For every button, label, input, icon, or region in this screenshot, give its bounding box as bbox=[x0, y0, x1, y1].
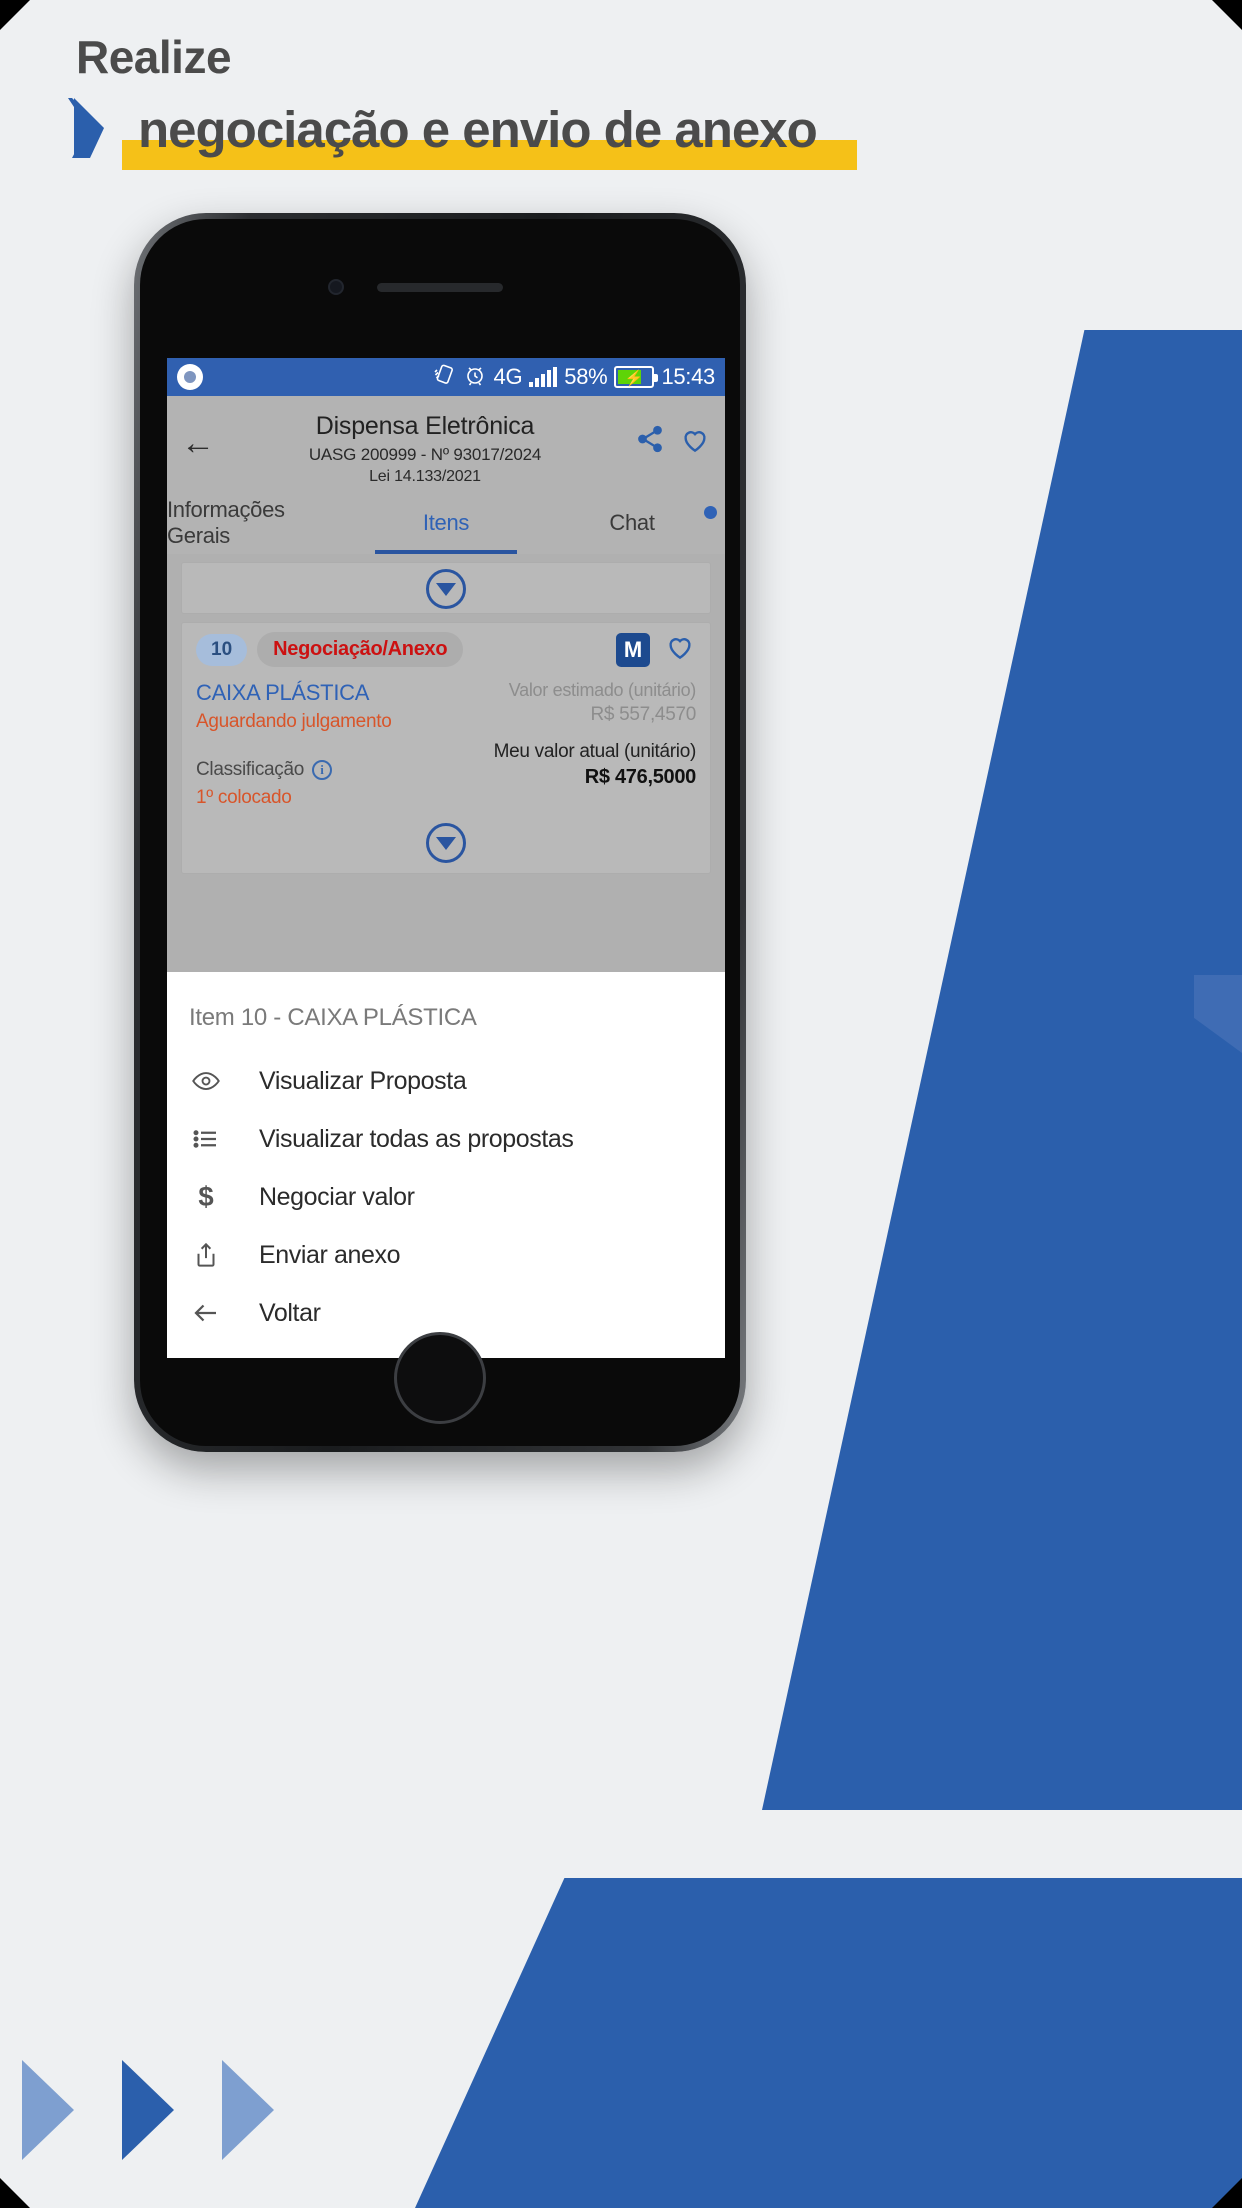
phone-screen: 4G 58% ⚡ 15:43 ← Dispensa Eletrônica UAS… bbox=[167, 358, 725, 1358]
triangle-right-icon bbox=[22, 2060, 74, 2160]
app-bar-titles: Dispensa Eletrônica UASG 200999 - Nº 930… bbox=[215, 408, 635, 486]
item-card-body: CAIXA PLÁSTICA Aguardando julgamento Val… bbox=[196, 680, 696, 733]
tab-chat[interactable]: Chat bbox=[539, 492, 725, 554]
heart-outline-icon[interactable] bbox=[679, 424, 711, 461]
arrow-left-icon bbox=[189, 1298, 223, 1328]
list-icon bbox=[189, 1124, 223, 1154]
battery-charging-icon: ⚡ bbox=[614, 366, 659, 388]
tab-informacoes-gerais[interactable]: Informações Gerais bbox=[167, 492, 353, 554]
triangle-right-icon bbox=[222, 2060, 274, 2160]
menu-item-label: Voltar bbox=[259, 1298, 321, 1327]
record-circle-icon bbox=[177, 364, 203, 390]
chevron-down-circle-icon[interactable] bbox=[426, 823, 466, 863]
corner-notch-top-right bbox=[1212, 0, 1242, 30]
screen-rotation-icon bbox=[432, 363, 456, 392]
chevron-down-circle-icon[interactable] bbox=[426, 569, 466, 609]
estimated-value-label: Valor estimado (unitário) bbox=[508, 680, 697, 700]
menu-item-enviar-anexo[interactable]: Enviar anexo bbox=[167, 1226, 725, 1284]
menu-item-label: Visualizar Proposta bbox=[259, 1066, 467, 1095]
my-value: R$ 476,5000 bbox=[584, 766, 697, 788]
menu-item-negociar-valor[interactable]: $ Negociar valor bbox=[167, 1168, 725, 1226]
dollar-icon: $ bbox=[189, 1182, 223, 1212]
corner-notch-bottom-left bbox=[0, 2178, 30, 2208]
item-number-badge: 10 bbox=[196, 633, 248, 666]
arrow-left-icon[interactable]: ← bbox=[181, 426, 215, 460]
menu-item-visualizar-todas-propostas[interactable]: Visualizar todas as propostas bbox=[167, 1110, 725, 1168]
app-bar: ← Dispensa Eletrônica UASG 200999 - Nº 9… bbox=[167, 396, 725, 492]
page-subtitle: UASG 200999 - Nº 93017/2024 bbox=[308, 445, 542, 464]
menu-item-label: Visualizar todas as propostas bbox=[259, 1124, 574, 1153]
item-status-badge: Negociação/Anexo bbox=[257, 632, 464, 667]
phone-mockup: 4G 58% ⚡ 15:43 ← Dispensa Eletrônica UAS… bbox=[134, 213, 746, 1452]
bottom-sheet-title: Item 10 - CAIXA PLÁSTICA bbox=[189, 1004, 477, 1031]
tab-label: Informações Gerais bbox=[167, 497, 285, 548]
menu-item-visualizar-proposta[interactable]: Visualizar Proposta bbox=[167, 1052, 725, 1110]
app-bar-actions bbox=[635, 424, 711, 461]
earpiece-speaker bbox=[377, 283, 503, 292]
upload-share-icon bbox=[189, 1240, 223, 1270]
menu-item-label: Negociar valor bbox=[259, 1182, 415, 1211]
item-card-partial[interactable] bbox=[181, 562, 711, 614]
decorative-arrows bbox=[22, 2060, 274, 2160]
item-card-10[interactable]: 10 Negociação/Anexo M CAIXA PLÁSTICA Agu… bbox=[181, 622, 711, 874]
corner-notch-top-left bbox=[0, 0, 30, 30]
item-card-body-2: Classificação i 1º colocado Meu valor at… bbox=[196, 741, 696, 809]
item-card-header: 10 Negociação/Anexo M bbox=[196, 631, 696, 668]
tab-label: Itens bbox=[422, 510, 470, 535]
items-list: 10 Negociação/Anexo M CAIXA PLÁSTICA Agu… bbox=[167, 562, 725, 874]
network-type: 4G bbox=[493, 364, 523, 389]
promo-headline: negociação e envio de anexo bbox=[138, 101, 818, 158]
m-badge[interactable]: M bbox=[616, 632, 650, 667]
bottom-sheet-menu: Item 10 - CAIXA PLÁSTICA Visualizar Prop… bbox=[167, 972, 725, 1358]
estimated-value: R$ 557,4570 bbox=[590, 704, 696, 725]
page-subtitle-law: Lei 14.133/2021 bbox=[369, 468, 481, 485]
item-title: CAIXA PLÁSTICA bbox=[196, 680, 370, 705]
page-title: Dispensa Eletrônica bbox=[315, 412, 535, 440]
home-button[interactable] bbox=[394, 1332, 486, 1424]
menu-item-label: Enviar anexo bbox=[259, 1240, 401, 1269]
tab-itens[interactable]: Itens bbox=[353, 492, 539, 554]
chat-notification-dot bbox=[704, 506, 717, 519]
classification-value: 1º colocado bbox=[196, 787, 292, 808]
info-circle-icon[interactable]: i bbox=[312, 760, 333, 780]
classification-row: Classificação i bbox=[196, 759, 494, 781]
classification-label: Classificação bbox=[196, 759, 305, 780]
signal-bars-icon bbox=[529, 367, 558, 387]
heart-outline-icon[interactable] bbox=[664, 631, 696, 668]
status-bar: 4G 58% ⚡ 15:43 bbox=[167, 358, 725, 396]
front-camera-icon bbox=[328, 279, 344, 295]
battery-percent: 58% bbox=[564, 364, 608, 389]
alarm-clock-icon bbox=[463, 363, 487, 392]
chevron-right-icon bbox=[68, 96, 124, 160]
background-blue-shape-bottom bbox=[415, 1878, 1242, 2208]
tab-bar: Informações Gerais Itens Chat bbox=[167, 492, 725, 554]
promo-screenshot: Realize negociação e envio de anexo 4G 5… bbox=[0, 0, 1242, 2208]
svg-text:$: $ bbox=[198, 1182, 213, 1212]
phone-body: 4G 58% ⚡ 15:43 ← Dispensa Eletrônica UAS… bbox=[140, 219, 740, 1446]
my-value-label: Meu valor atual (unitário) bbox=[493, 741, 697, 762]
triangle-right-icon bbox=[122, 2060, 174, 2160]
background-blue-shape-right bbox=[762, 330, 1242, 1810]
eye-icon bbox=[189, 1066, 223, 1096]
item-judgement-status: Aguardando julgamento bbox=[196, 711, 392, 732]
clock-time: 15:43 bbox=[661, 364, 715, 389]
tab-label: Chat bbox=[609, 510, 655, 535]
promo-kicker: Realize bbox=[76, 31, 232, 83]
share-icon[interactable] bbox=[635, 424, 665, 461]
